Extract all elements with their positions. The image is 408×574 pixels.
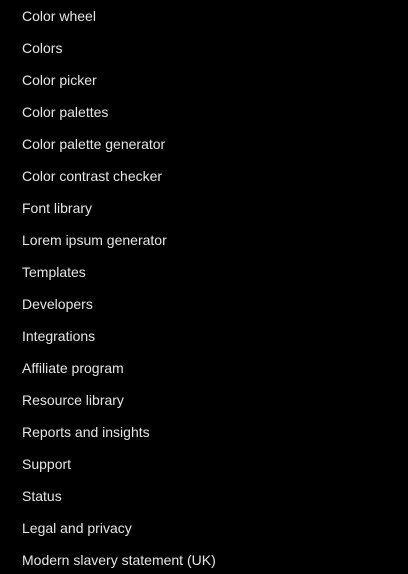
link-developers[interactable]: Developers bbox=[22, 292, 93, 316]
link-affiliate-program[interactable]: Affiliate program bbox=[22, 356, 124, 380]
link-modern-slavery-statement[interactable]: Modern slavery statement (UK) bbox=[22, 548, 216, 572]
link-font-library[interactable]: Font library bbox=[22, 196, 92, 220]
link-legal-and-privacy[interactable]: Legal and privacy bbox=[22, 516, 132, 540]
link-templates[interactable]: Templates bbox=[22, 260, 86, 284]
link-color-palette-generator[interactable]: Color palette generator bbox=[22, 132, 165, 156]
link-lorem-ipsum-generator[interactable]: Lorem ipsum generator bbox=[22, 228, 167, 252]
link-color-palettes[interactable]: Color palettes bbox=[22, 100, 108, 124]
link-color-contrast-checker[interactable]: Color contrast checker bbox=[22, 164, 162, 188]
link-color-wheel[interactable]: Color wheel bbox=[22, 4, 96, 28]
link-resource-library[interactable]: Resource library bbox=[22, 388, 124, 412]
link-color-picker[interactable]: Color picker bbox=[22, 68, 97, 92]
footer-link-list: Color wheel Colors Color picker Color pa… bbox=[0, 0, 408, 574]
link-reports-and-insights[interactable]: Reports and insights bbox=[22, 420, 150, 444]
link-support[interactable]: Support bbox=[22, 452, 71, 476]
link-integrations[interactable]: Integrations bbox=[22, 324, 95, 348]
link-status[interactable]: Status bbox=[22, 484, 62, 508]
link-colors[interactable]: Colors bbox=[22, 36, 62, 60]
